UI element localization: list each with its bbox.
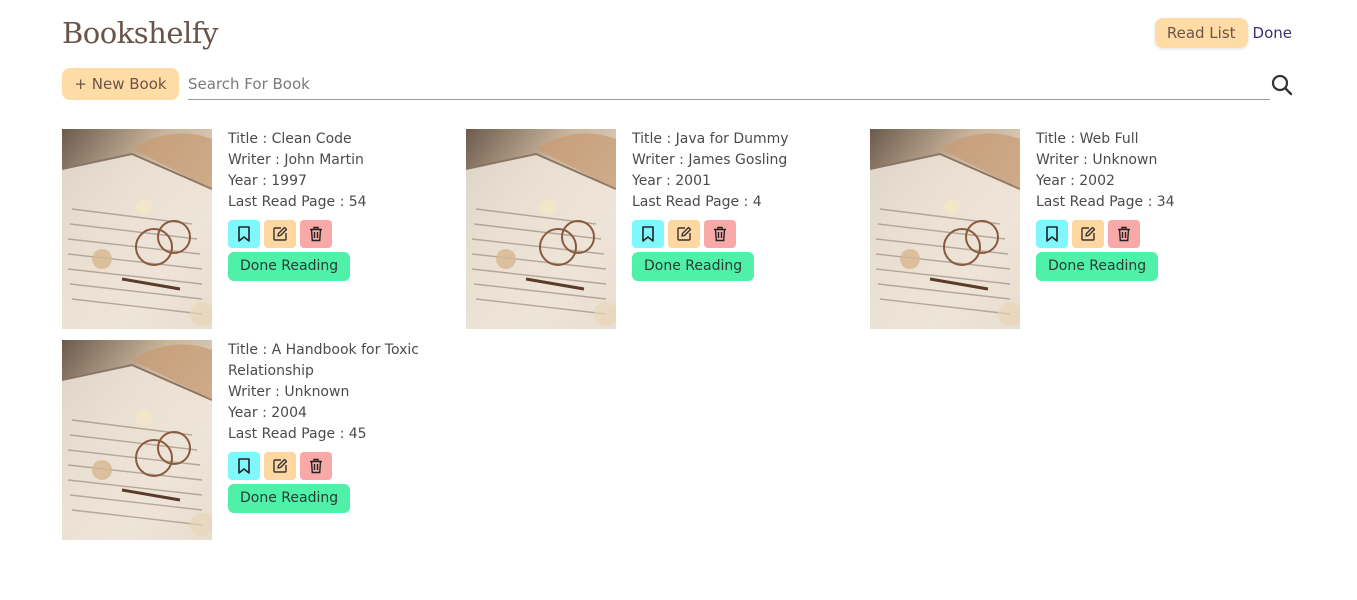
- book-card: Title : A Handbook for Toxic Relationshi…: [62, 340, 422, 540]
- edit-icon: [273, 226, 288, 241]
- delete-button[interactable]: [300, 220, 332, 248]
- book-info: Title : Web Full Writer : Unknown Year :…: [1036, 129, 1236, 281]
- bookmark-button[interactable]: [632, 220, 664, 248]
- bookmark-button[interactable]: [1036, 220, 1068, 248]
- book-year: Year : 2001: [632, 173, 711, 189]
- book-actions: [632, 220, 832, 248]
- book-title: Title : Web Full: [1036, 131, 1139, 147]
- book-cover-image: [62, 340, 212, 540]
- edit-icon: [1081, 226, 1096, 241]
- trash-icon: [310, 458, 322, 474]
- done-reading-button[interactable]: Done Reading: [1036, 252, 1159, 281]
- book-writer: Writer : Unknown: [228, 384, 350, 400]
- trash-icon: [714, 226, 726, 242]
- book-cover-image: [466, 129, 616, 329]
- book-writer: Writer : James Gosling: [632, 152, 788, 168]
- book-writer: Writer : Unknown: [1036, 152, 1158, 168]
- delete-button[interactable]: [300, 452, 332, 480]
- edit-button[interactable]: [264, 220, 296, 248]
- book-year: Year : 2004: [228, 405, 307, 421]
- edit-icon: [677, 226, 692, 241]
- bookmark-icon: [642, 226, 654, 242]
- done-link[interactable]: Done: [1253, 24, 1292, 42]
- read-list-button[interactable]: Read List: [1154, 18, 1248, 48]
- bookmark-button[interactable]: [228, 220, 260, 248]
- book-last-read-page: Last Read Page : 54: [228, 194, 367, 210]
- new-book-button[interactable]: + New Book: [62, 68, 179, 100]
- header: Bookshelfy Read List Done: [62, 14, 1292, 58]
- done-reading-button[interactable]: Done Reading: [228, 484, 351, 513]
- edit-button[interactable]: [668, 220, 700, 248]
- top-nav: Read List Done: [1154, 18, 1292, 48]
- book-cover-image: [62, 129, 212, 329]
- book-year: Year : 2002: [1036, 173, 1115, 189]
- book-last-read-page: Last Read Page : 4: [632, 194, 762, 210]
- search-icon[interactable]: [1270, 73, 1294, 97]
- book-last-read-page: Last Read Page : 34: [1036, 194, 1175, 210]
- book-info: Title : A Handbook for Toxic Relationshi…: [228, 340, 428, 513]
- bookmark-icon: [1046, 226, 1058, 242]
- book-actions: [228, 452, 428, 480]
- edit-icon: [273, 458, 288, 473]
- book-title: Title : Clean Code: [228, 131, 352, 147]
- search-input[interactable]: [188, 68, 1270, 100]
- book-year: Year : 1997: [228, 173, 307, 189]
- app-logo[interactable]: Bookshelfy: [62, 16, 218, 50]
- toolbar: + New Book: [62, 68, 1295, 102]
- edit-button[interactable]: [1072, 220, 1104, 248]
- book-title: Title : A Handbook for Toxic Relationshi…: [228, 342, 419, 379]
- book-title: Title : Java for Dummy: [632, 131, 789, 147]
- bookmark-icon: [238, 458, 250, 474]
- book-writer: Writer : John Martin: [228, 152, 364, 168]
- done-reading-button[interactable]: Done Reading: [632, 252, 755, 281]
- book-card: Title : Web Full Writer : Unknown Year :…: [870, 129, 1230, 329]
- book-cover-image: [870, 129, 1020, 329]
- trash-icon: [310, 226, 322, 242]
- trash-icon: [1118, 226, 1130, 242]
- done-reading-button[interactable]: Done Reading: [228, 252, 351, 281]
- edit-button[interactable]: [264, 452, 296, 480]
- delete-button[interactable]: [1108, 220, 1140, 248]
- bookmark-icon: [238, 226, 250, 242]
- book-last-read-page: Last Read Page : 45: [228, 426, 367, 442]
- bookmark-button[interactable]: [228, 452, 260, 480]
- book-card: Title : Java for Dummy Writer : James Go…: [466, 129, 826, 329]
- delete-button[interactable]: [704, 220, 736, 248]
- book-card: Title : Clean Code Writer : John Martin …: [62, 129, 422, 329]
- book-actions: [1036, 220, 1236, 248]
- book-info: Title : Java for Dummy Writer : James Go…: [632, 129, 832, 281]
- book-actions: [228, 220, 428, 248]
- book-info: Title : Clean Code Writer : John Martin …: [228, 129, 428, 281]
